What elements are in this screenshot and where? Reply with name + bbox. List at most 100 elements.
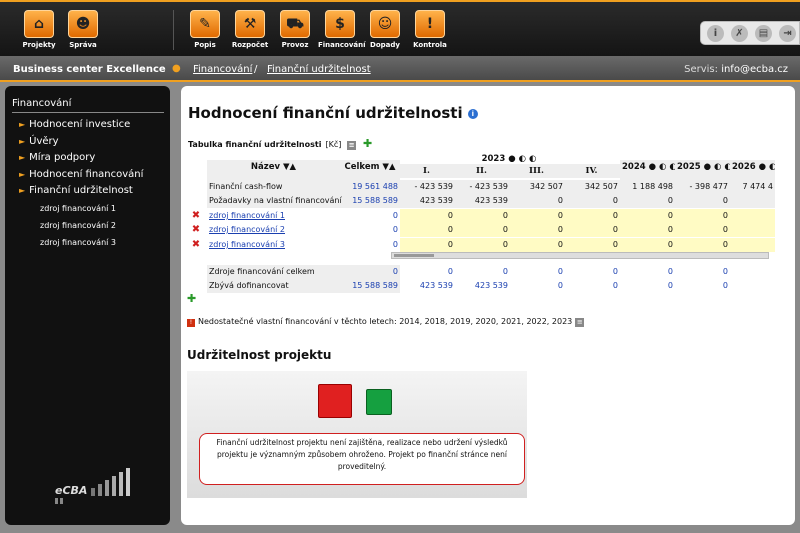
car-icon: ⛟: [280, 10, 310, 38]
row-value: 423 539: [400, 194, 455, 208]
main-content: Hodnocení finanční udržitelnosti i Tabul…: [181, 86, 795, 525]
excavator-icon-glyph: ⚒: [243, 16, 257, 32]
toolbar-label: Kontrola: [413, 41, 447, 49]
delete-row-icon[interactable]: ✖: [187, 238, 207, 252]
piggy-bank-icon: $: [325, 10, 355, 38]
row-value: 0: [502, 267, 508, 276]
toolbar-button-3[interactable]: $ Financování: [318, 10, 366, 49]
row-value[interactable]: 0: [565, 238, 620, 252]
top-toolbar: ⌂ Projekty ☻ Správa ✎ Popis ⚒ Rozpočet ⛟ Provoz $…: [0, 0, 800, 56]
breadcrumb-financovani[interactable]: Financování: [193, 64, 252, 75]
row-value[interactable]: 0: [455, 223, 510, 237]
row-value: 0: [722, 267, 728, 276]
warning-icon: !: [187, 319, 195, 327]
row-name[interactable]: zdroj financování 1: [207, 209, 342, 223]
toolbar-button-2[interactable]: ⛟ Provoz: [273, 10, 317, 49]
row-total: 0: [392, 240, 398, 249]
toolbar-button-1[interactable]: ⚒ Rozpočet: [228, 10, 272, 49]
sidebar-subitem[interactable]: zdroj financování 3: [40, 238, 116, 247]
sidebar-item-label: Hodnocení investice: [29, 119, 131, 130]
row-value[interactable]: 0: [510, 223, 565, 237]
row-value: [730, 265, 775, 279]
piggy-bank-icon-glyph: $: [335, 16, 345, 32]
toolbar-button-projekty[interactable]: ⌂ Projekty: [17, 10, 61, 49]
quarter-header: IV.: [565, 164, 620, 178]
row-total: 0: [342, 265, 400, 279]
row-name[interactable]: zdroj financování 3: [207, 238, 342, 252]
sidebar-item[interactable]: ► Hodnocení financování: [19, 169, 143, 180]
row-value[interactable]: 0: [620, 209, 675, 223]
row-value[interactable]: 0: [400, 209, 455, 223]
row-value: 0: [510, 194, 565, 208]
sidebar-heading[interactable]: Financování: [12, 98, 164, 113]
row-value[interactable]: [730, 238, 775, 252]
add-row-icon[interactable]: ✚: [187, 292, 196, 305]
scrollbar-thumb[interactable]: [394, 254, 434, 257]
row-value[interactable]: 0: [675, 209, 730, 223]
info-icon[interactable]: i: [467, 108, 478, 119]
toolbar-button-správa[interactable]: ☻ Správa: [61, 10, 105, 49]
breadcrumb-financni-udrzitelnost[interactable]: Finanční udržitelnost: [267, 64, 371, 75]
printer-icon[interactable]: ▤: [755, 25, 772, 42]
sidebar-item[interactable]: ► Míra podpory: [19, 152, 95, 163]
sidebar-item[interactable]: ► Úvěry: [19, 136, 59, 147]
arrow-icon: ►: [19, 120, 26, 129]
row-value: [730, 279, 775, 293]
wrench-icon[interactable]: ✗: [731, 25, 748, 42]
sidebar-subitem[interactable]: zdroj financování 2: [40, 221, 116, 230]
row-value[interactable]: 0: [455, 209, 510, 223]
row-value[interactable]: 0: [565, 209, 620, 223]
row-value[interactable]: 0: [400, 238, 455, 252]
sidebar-subitem[interactable]: zdroj financování 1: [40, 204, 116, 213]
row-value: 0: [667, 281, 673, 290]
row-total: 15 588 589: [342, 194, 400, 208]
row-value: 342 507: [565, 180, 620, 194]
people-icon-glyph: ☺: [377, 16, 393, 32]
row-total: 15 588 589: [342, 279, 400, 293]
row-value[interactable]: 0: [620, 223, 675, 237]
row-value[interactable]: 0: [675, 223, 730, 237]
servis-email[interactable]: info@ecba.cz: [721, 64, 788, 75]
row-value: 0: [667, 267, 673, 276]
delete-row-icon[interactable]: ✖: [187, 223, 207, 237]
sidebar-item[interactable]: ► Hodnocení investice: [19, 119, 130, 130]
row-value[interactable]: 0: [510, 209, 565, 223]
sidebar-item[interactable]: ► Finanční udržitelnost: [19, 185, 133, 196]
row-value[interactable]: 0: [675, 238, 730, 252]
settings-icon[interactable]: ≡: [347, 141, 357, 150]
row-name[interactable]: zdroj financování 2: [207, 223, 342, 237]
brand-name: Business center Excellence: [13, 64, 166, 75]
row-value: [730, 194, 775, 208]
row-value[interactable]: 0: [620, 238, 675, 252]
row-value: 0: [557, 281, 563, 290]
row-total: 19 561 488: [342, 180, 400, 194]
row-value[interactable]: 0: [565, 223, 620, 237]
people-icon: ☺: [370, 10, 400, 38]
add-icon[interactable]: ✚: [363, 137, 372, 150]
exit-icon[interactable]: ⇥: [779, 25, 796, 42]
table-row: Zbývá dofinancovat 15 588 589 423 539 423 5…: [187, 279, 775, 293]
table-row: Zdroje financování celkem 0 0 0 0 0 0 0: [187, 265, 775, 279]
row-value[interactable]: 0: [455, 238, 510, 252]
toolbar-button-4[interactable]: ☺ Dopady: [363, 10, 407, 49]
sidebar: Financování ► Hodnocení investice ► Úvěry ► M…: [5, 86, 170, 525]
sidebar-item-label: Hodnocení financování: [29, 168, 144, 180]
toolbar-label: Provoz: [281, 41, 309, 49]
toolbar-button-5[interactable]: ! Kontrola: [408, 10, 452, 49]
detail-icon[interactable]: ≡: [575, 318, 585, 327]
row-value[interactable]: 0: [510, 238, 565, 252]
info-icon[interactable]: i: [707, 25, 724, 42]
delete-row-icon[interactable]: ✖: [187, 209, 207, 223]
user-icon-glyph: ☻: [75, 16, 91, 32]
horizontal-scrollbar[interactable]: [391, 252, 769, 259]
toolbar-button-0[interactable]: ✎ Popis: [183, 10, 227, 49]
row-value: 0: [620, 194, 675, 208]
row-value[interactable]: [730, 223, 775, 237]
row-value: 0: [612, 281, 618, 290]
user-icon: ☻: [68, 10, 98, 38]
home-icon: ⌂: [24, 10, 54, 38]
row-value[interactable]: 0: [400, 223, 455, 237]
subheader: Business center Excellence ● Financování…: [0, 56, 800, 82]
row-value[interactable]: [730, 209, 775, 223]
quarter-header-row: I. II. III. IV.: [187, 164, 775, 178]
